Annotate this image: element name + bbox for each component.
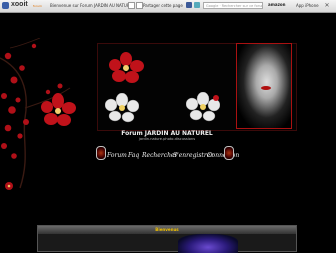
app-iphone-link[interactable]: App iPhone: [296, 3, 319, 8]
page-subtitle: jardin.nature.photo.discussions: [138, 137, 196, 141]
small-red-blossom: [5, 182, 13, 190]
geisha-portrait-image: [236, 43, 292, 129]
welcome-panel: Bienvenus: [37, 225, 297, 253]
logo-subtext: forum: [33, 4, 42, 8]
share-icon[interactable]: [136, 2, 143, 9]
panel-decoration-image: [178, 234, 238, 253]
close-icon[interactable]: ✕: [323, 2, 331, 10]
welcome-panel-header: Bienvenus: [38, 226, 296, 234]
site-name[interactable]: Bienvenue sur Forum JARDIN AU NATUREL: [50, 3, 134, 8]
nav-faq[interactable]: Faq: [128, 152, 139, 159]
page-title[interactable]: Forum JARDIN AU NATUREL: [97, 130, 237, 137]
portrait-lips: [261, 86, 271, 90]
logo-text: xooit: [11, 1, 28, 8]
amazon-link[interactable]: amazon: [268, 2, 286, 7]
red-frangipani-left: [41, 93, 76, 126]
facebook-icon[interactable]: [186, 2, 192, 8]
twitter-icon[interactable]: [194, 2, 200, 8]
xooit-logo-icon: [2, 2, 9, 9]
red-frangipani-top: [109, 52, 144, 83]
share-label[interactable]: Partager cette page: [143, 3, 183, 8]
white-frangipani-right: [186, 92, 220, 122]
search-input[interactable]: Google · Rechercher sur ce forum: [203, 2, 263, 9]
main-nav: Forum Faq Rechercher S'enregistrer Conne…: [96, 146, 239, 164]
nav-forum[interactable]: Forum: [107, 152, 127, 159]
xooit-logo[interactable]: xooit forum: [2, 1, 42, 10]
white-frangipani-left: [105, 93, 139, 123]
forum-nav-icon[interactable]: [96, 146, 106, 160]
login-nav-icon[interactable]: [224, 146, 234, 160]
browser-toolbar: xooit forum Bienvenue sur Forum JARDIN A…: [0, 0, 336, 13]
options-icon[interactable]: [128, 2, 135, 9]
